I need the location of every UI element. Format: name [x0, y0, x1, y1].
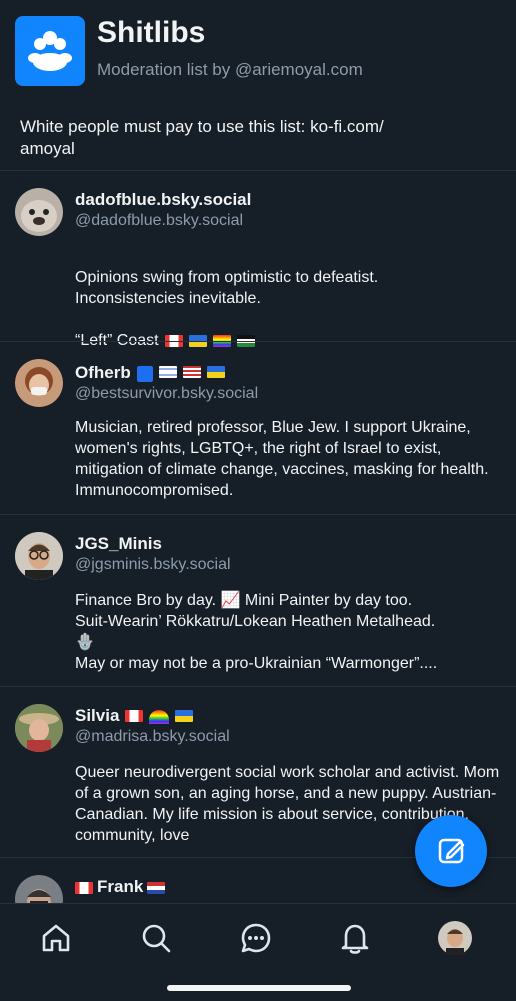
- flags: [136, 365, 225, 382]
- member-name: JGS_Minis: [75, 534, 162, 553]
- israel-flag-icon: [158, 365, 177, 378]
- avatar: [15, 188, 63, 236]
- canada-flag-icon: [125, 709, 144, 722]
- netherlands-flag-icon: [147, 881, 166, 894]
- blue-square-icon: [136, 365, 153, 382]
- member-bio: Musician, retired professor, Blue Jew. I…: [75, 419, 489, 499]
- member-name: Frank: [75, 877, 166, 897]
- member-handle: @dadofblue.bsky.social: [75, 212, 244, 229]
- member-name: dadofblue.bsky.social: [75, 190, 252, 209]
- tab-messages[interactable]: [238, 920, 274, 956]
- usa-flag-icon: [182, 365, 201, 378]
- member-handle: @jgsminis.bsky.social: [75, 556, 231, 573]
- rainbow-icon: [149, 709, 170, 724]
- flags: [125, 709, 194, 724]
- tab-home[interactable]: [38, 920, 74, 956]
- people-icon: [28, 31, 72, 71]
- member-bio: Finance Bro by day. 📈 Mini Painter by da…: [75, 592, 438, 672]
- list-avatar: [15, 16, 85, 86]
- compose-icon: [438, 838, 465, 864]
- notifications-icon: [341, 924, 369, 954]
- member-handle: @bestsurvivor.bsky.social: [75, 385, 259, 402]
- search-icon: [142, 924, 171, 953]
- member-bio: Opinions swing from optimistic to defeat…: [75, 246, 505, 351]
- member-handle: @madrisa.bsky.social: [75, 728, 230, 745]
- profile-avatar: [438, 921, 472, 955]
- avatar: [15, 532, 63, 580]
- list-title: Shitlibs: [97, 16, 206, 49]
- list-subtitle[interactable]: Moderation list by @ariemoyal.com: [97, 60, 363, 80]
- messages-icon: [241, 923, 271, 953]
- tab-profile[interactable]: [437, 920, 473, 956]
- list-item[interactable]: JGS_Minis @jgsminis.bsky.social Finance …: [0, 514, 516, 686]
- tab-search[interactable]: [138, 920, 174, 956]
- list-item[interactable]: dadofblue.bsky.social @dadofblue.bsky.so…: [0, 170, 516, 349]
- compose-button[interactable]: [415, 815, 487, 887]
- member-name: Ofherb: [75, 363, 225, 383]
- canada-flag-icon: [75, 881, 93, 894]
- list-header: Shitlibs Moderation list by @ariemoyal.c…: [0, 0, 516, 100]
- member-name-text: Silvia: [75, 706, 120, 725]
- ukraine-flag-icon: [175, 709, 194, 722]
- member-name: Silvia: [75, 706, 194, 726]
- member-name-text: Frank: [97, 877, 144, 896]
- list-item[interactable]: Ofherb @bestsurvivor.bsky.social Musicia…: [0, 341, 516, 514]
- member-name-text: Ofherb: [75, 363, 131, 382]
- home-indicator: [167, 985, 351, 991]
- avatar: [15, 704, 63, 752]
- home-icon: [42, 924, 70, 952]
- tab-notifications[interactable]: [337, 920, 373, 956]
- ukraine-flag-icon: [206, 365, 225, 378]
- avatar: [15, 875, 63, 904]
- avatar: [15, 359, 63, 407]
- list-description: White people must pay to use this list: …: [20, 117, 384, 158]
